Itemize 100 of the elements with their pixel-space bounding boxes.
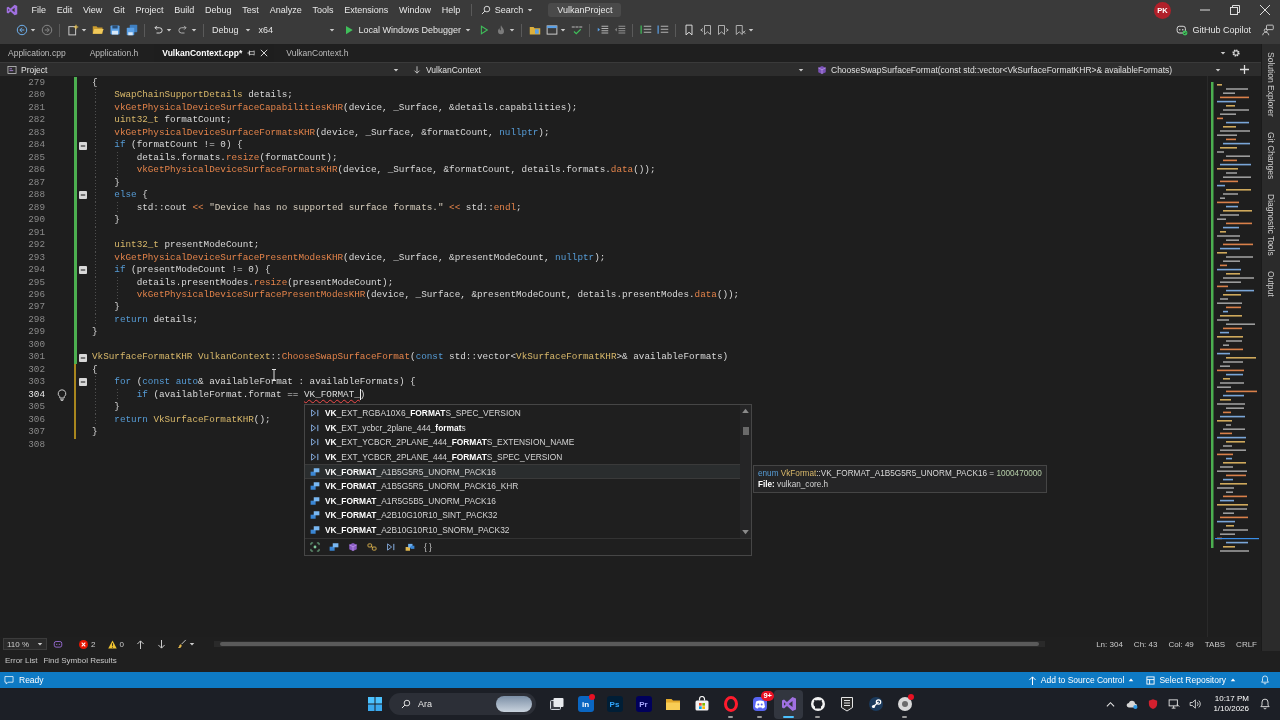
- member-dropdown[interactable]: ChooseSwapSurfaceFormat(const std::vector<VkSurfaceFormatKHR>& availableFormats): [810, 63, 1227, 76]
- search-icon: [401, 699, 411, 709]
- collapse-icon[interactable]: [78, 191, 87, 200]
- menu-item[interactable]: Project: [130, 1, 169, 19]
- menu-item[interactable]: Tools: [307, 1, 339, 19]
- line-number: 288: [27, 189, 45, 202]
- start-debugging-button[interactable]: Local Windows Debugger: [338, 21, 476, 39]
- code-line: return VkSurfaceFormatKHR();: [114, 413, 271, 427]
- completion-item[interactable]: VK_EXT_RGBA10X6_FORMATS_SPEC_VERSION: [305, 406, 740, 421]
- menu-item[interactable]: View: [77, 1, 108, 19]
- tooltip-file-path: File: vulkan_core.h: [758, 479, 830, 490]
- scroll-down-icon[interactable]: [742, 530, 749, 536]
- chain-links-icon: [367, 542, 377, 553]
- monitor-icon[interactable]: [1168, 698, 1181, 710]
- code-line: details.formats.resize(formatCount);: [136, 151, 338, 165]
- collapse-icon[interactable]: [78, 266, 87, 275]
- collapse-icon[interactable]: [78, 378, 87, 387]
- line-number: 285: [27, 151, 45, 165]
- robot-face-icon[interactable]: [53, 639, 64, 649]
- taskbar-button[interactable]: in: [571, 689, 600, 719]
- line-ending-text[interactable]: CRLF: [1236, 639, 1257, 649]
- cloud-icon[interactable]: [1126, 698, 1139, 710]
- completion-item[interactable]: VK_FORMAT_A2B10G10R10_SNORM_PACK32: [305, 522, 740, 538]
- scrollbar-thumb[interactable]: [742, 427, 749, 435]
- line-number: 293: [27, 251, 45, 265]
- indentation-text[interactable]: TABS: [1204, 639, 1226, 649]
- speaker-icon[interactable]: [1189, 698, 1202, 710]
- search-button[interactable]: Search: [477, 2, 537, 18]
- filter-button[interactable]: { }: [424, 540, 432, 555]
- completion-item[interactable]: VK_EXT_YCBCR_2PLANE_444_FORMATS_EXTENSION_NAME: [305, 435, 740, 450]
- code-line: }: [114, 214, 120, 227]
- taskbar-button[interactable]: Ps: [600, 689, 629, 719]
- circle-key-icon: [867, 696, 884, 712]
- line-number: 280: [27, 89, 45, 102]
- tool-window-tab[interactable]: Output: [1266, 265, 1276, 302]
- ribbon-logo-icon: [780, 696, 797, 712]
- scope-dropdown[interactable]: VulkanContext: [405, 63, 810, 76]
- line-number: 298: [27, 313, 45, 327]
- warnings-button[interactable]: 0: [101, 638, 130, 650]
- configuration-dropdown[interactable]: Debug: [208, 22, 255, 38]
- menu-item[interactable]: Window: [393, 1, 437, 19]
- game-controller-icon: [751, 696, 768, 712]
- taskbar-button[interactable]: Pr: [629, 689, 658, 719]
- collapse-icon[interactable]: [78, 141, 87, 150]
- bell-icon: [1259, 698, 1271, 710]
- menu-item[interactable]: Git: [107, 1, 131, 19]
- completion-item[interactable]: VK_FORMAT_A1B5G5R5_UNORM_PACK16_KHR: [305, 478, 740, 494]
- completion-item[interactable]: VK_FORMAT_A1B5G5R5_UNORM_PACK16: [305, 464, 740, 479]
- pin-icon: [247, 49, 256, 57]
- menu-item[interactable]: Test: [236, 1, 265, 19]
- repository-button[interactable]: Select Repository: [1140, 673, 1242, 687]
- code-line: }: [92, 426, 98, 439]
- document-tab[interactable]: Application.h: [81, 44, 155, 62]
- completion-item[interactable]: VK_EXT_ycbcr_2plane_444_formats: [305, 420, 740, 436]
- menu-item[interactable]: Analyze: [264, 1, 308, 19]
- panel-tab[interactable]: Error List: [2, 655, 41, 666]
- project-dropdown[interactable]: Project: [0, 63, 405, 76]
- document-tab[interactable]: Application.cpp: [0, 44, 82, 62]
- line-number: 289: [27, 201, 45, 215]
- folder-icon: [664, 696, 681, 712]
- menu-item[interactable]: Help: [436, 1, 466, 19]
- tool-window-tab[interactable]: Diagnostic Tools: [1266, 189, 1276, 261]
- scrollbar-thumb[interactable]: [220, 642, 1040, 646]
- configuration-dropdown[interactable]: x64: [254, 22, 339, 38]
- line-number: 294: [27, 264, 45, 277]
- source-control-button[interactable]: Add to Source Control: [1021, 673, 1141, 687]
- line-number: 286: [27, 164, 45, 177]
- menu-item[interactable]: Edit: [51, 1, 78, 19]
- menu-item[interactable]: Extensions: [338, 1, 394, 19]
- line-number: 291: [27, 226, 45, 240]
- scroll-up-icon[interactable]: [742, 408, 749, 413]
- menu-item[interactable]: Build: [168, 1, 200, 19]
- collapse-icon[interactable]: [78, 353, 87, 362]
- taskbar-button[interactable]: [774, 689, 803, 719]
- restore-icon: [1230, 5, 1240, 15]
- completion-item[interactable]: VK_FORMAT_A1R5G5B5_UNORM_PACK16: [305, 493, 740, 509]
- tool-window-tab[interactable]: Git Changes: [1266, 126, 1276, 184]
- completion-item[interactable]: VK_FORMAT_A2B10G10R10_SINT_PACK32: [305, 508, 740, 523]
- clock-button[interactable]: 10:17 PM 1/10/2026: [1213, 694, 1249, 714]
- errors-button[interactable]: 2: [73, 638, 102, 650]
- code-line: {: [92, 77, 98, 90]
- completion-item[interactable]: VK_EXT_YCBCR_2PLANE_444_FORMATS_SPEC_VERSION: [305, 449, 740, 465]
- menu-item[interactable]: Debug: [199, 1, 237, 19]
- shield-icon[interactable]: [1147, 698, 1160, 710]
- line-number: 295: [27, 276, 45, 289]
- code-line: for (const auto& availableFormat : availableFormats) {: [114, 376, 416, 389]
- person-speech-icon: [1261, 24, 1274, 36]
- tool-window-tab[interactable]: Solution Explorer: [1266, 47, 1276, 122]
- up-arrow-icon: [1027, 675, 1037, 685]
- line-number: 305: [27, 401, 45, 414]
- menu-item[interactable]: File: [26, 1, 52, 19]
- app-logo: Pr: [635, 696, 652, 712]
- split-button[interactable]: [1237, 63, 1251, 76]
- zoom-dropdown[interactable]: 110 %: [3, 638, 48, 650]
- copilot-button[interactable]: GitHub Copilot: [1172, 21, 1255, 39]
- panel-tab[interactable]: Find Symbol Results: [40, 655, 120, 666]
- filter-button[interactable]: [310, 540, 320, 555]
- document-tab[interactable]: VulkanContext.h: [278, 44, 365, 62]
- lightbulb-icon[interactable]: [57, 388, 67, 401]
- line-number: 297: [27, 301, 45, 314]
